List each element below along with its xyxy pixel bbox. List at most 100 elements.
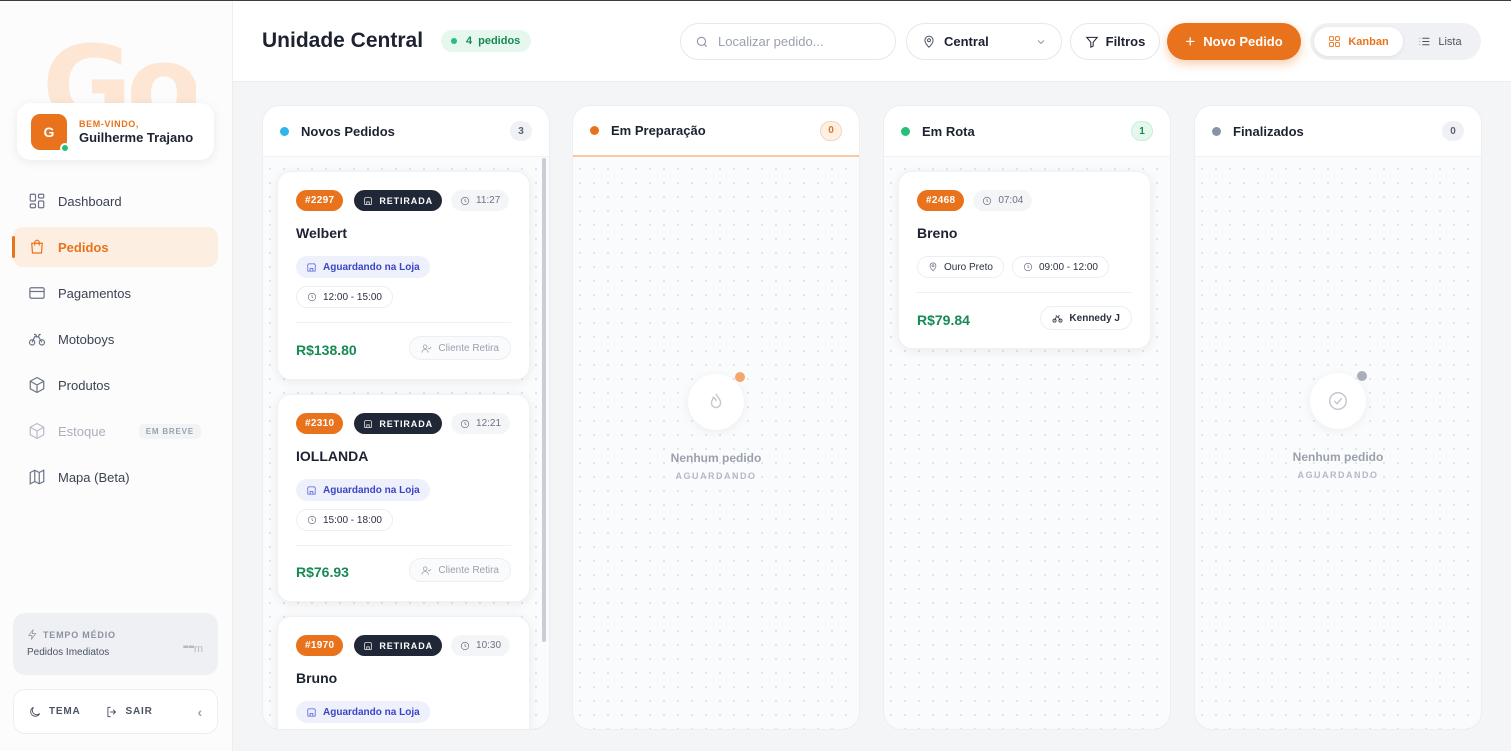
column-header: Novos Pedidos 3 xyxy=(263,106,549,157)
average-time-title: TEMPO MÉDIO xyxy=(27,629,204,640)
box-icon xyxy=(29,376,45,394)
order-status-chip: Aguardando na Loja xyxy=(296,701,430,723)
sidebar-item-pagamentos[interactable]: Pagamentos xyxy=(13,273,218,313)
clock-icon xyxy=(460,641,470,650)
theme-button[interactable]: TEMA xyxy=(28,705,81,719)
filters-label: Filtros xyxy=(1105,34,1146,49)
kanban-icon xyxy=(1329,36,1341,47)
customer-pickup-label: Cliente Retira xyxy=(438,564,499,576)
order-card[interactable]: #2468 07:04 Breno Ouro Preto 09:00 - 12:… xyxy=(898,171,1151,349)
sidebar-item-label: Produtos xyxy=(58,377,111,393)
clock-icon xyxy=(307,292,317,302)
column-header: Em Preparação 0 xyxy=(573,106,859,157)
sidebar-item-pedidos[interactable]: Pedidos xyxy=(12,227,218,267)
store-icon xyxy=(364,641,373,650)
order-card[interactable]: #2310 RETIRADA 12:21 IOLLANDA Aguardando… xyxy=(277,394,530,602)
average-time-card: TEMPO MÉDIO Pedidos Imediatos --m xyxy=(13,613,218,675)
empty-state-icon xyxy=(688,372,745,430)
moon-icon xyxy=(30,706,41,717)
column-novos-pedidos: Novos Pedidos 3 #2297 RETIRADA 11:27 Wel… xyxy=(262,105,550,730)
order-time: 07:04 xyxy=(973,190,1033,211)
view-kanban-button[interactable]: Kanban xyxy=(1314,27,1403,56)
average-time-label: TEMPO MÉDIO xyxy=(43,629,116,640)
view-toggle: Kanban Lista xyxy=(1310,23,1481,60)
order-price: R$79.84 xyxy=(917,312,970,328)
unit-select[interactable]: Central xyxy=(906,23,1062,60)
delivery-window-value: 15:00 - 18:00 xyxy=(323,514,382,526)
order-id-badge: #2310 xyxy=(296,413,344,434)
customer-pickup-button[interactable]: Cliente Retira xyxy=(409,558,511,582)
sidebar-item-produtos[interactable]: Produtos xyxy=(13,365,218,405)
logout-button[interactable]: SAIR xyxy=(105,705,153,719)
order-type-badge: RETIRADA xyxy=(354,635,443,656)
empty-state-subtitle: AGUARDANDO xyxy=(675,471,757,481)
location-pin-icon xyxy=(929,262,937,272)
lightning-icon xyxy=(28,629,37,640)
map-icon xyxy=(29,469,45,485)
card-meta: #1970 RETIRADA 10:30 xyxy=(296,635,511,656)
courier-name: Kennedy J xyxy=(1069,312,1120,324)
clock-icon xyxy=(460,196,470,205)
unit-select-value: Central xyxy=(944,34,989,49)
order-card[interactable]: #2297 RETIRADA 11:27 Welbert Aguardando … xyxy=(277,171,530,380)
sidebar-item-dashboard[interactable]: Dashboard xyxy=(13,181,218,221)
column-status-dot xyxy=(1212,126,1221,136)
flame-icon xyxy=(710,393,722,409)
store-icon xyxy=(307,485,316,495)
view-list-button[interactable]: Lista xyxy=(1403,27,1477,56)
user-card[interactable]: G BEM-VINDO, Guilherme Trajano xyxy=(17,103,214,160)
delivery-window-value: 12:00 - 15:00 xyxy=(323,291,382,303)
courier-chip[interactable]: Kennedy J xyxy=(1040,306,1132,330)
order-time: 12:21 xyxy=(451,413,511,434)
delivery-window-chip: 15:00 - 18:00 xyxy=(296,509,393,531)
column-count: 0 xyxy=(1442,121,1464,141)
order-type-label: RETIRADA xyxy=(379,640,434,651)
plus-icon: + xyxy=(1185,31,1196,51)
order-id-badge: #2297 xyxy=(296,190,344,211)
order-status-chip: Aguardando na Loja xyxy=(296,479,430,501)
order-type-badge: RETIRADA xyxy=(354,190,443,211)
column-title: Finalizados xyxy=(1233,123,1304,139)
new-order-button[interactable]: + Novo Pedido xyxy=(1167,23,1301,60)
order-time: 10:30 xyxy=(451,635,511,656)
check-circle-icon xyxy=(1329,392,1347,410)
card-divider xyxy=(296,322,511,323)
customer-pickup-button[interactable]: Cliente Retira xyxy=(409,336,511,360)
column-scrollbar[interactable] xyxy=(542,158,546,642)
customer-name: IOLLANDA xyxy=(296,448,369,464)
column-em-preparacao: Em Preparação 0 Nenhum pedido AGUARDANDO xyxy=(572,105,860,730)
column-title: Em Rota xyxy=(922,123,975,139)
order-time-value: 10:30 xyxy=(476,640,502,651)
column-status-dot xyxy=(280,126,289,136)
page-title: Unidade Central xyxy=(262,29,424,52)
order-time-value: 07:04 xyxy=(998,195,1024,206)
order-price: R$76.93 xyxy=(296,564,349,580)
average-time-value: --m xyxy=(183,635,204,658)
column-status-dot xyxy=(590,126,599,135)
delivery-window-chip: 09:00 - 12:00 xyxy=(1012,256,1109,278)
sidebar-item-mapa[interactable]: Mapa (Beta) xyxy=(13,457,218,497)
sidebar-item-motoboys[interactable]: Motoboys xyxy=(13,319,218,359)
empty-state-title: Nenhum pedido xyxy=(1292,450,1384,464)
filters-button[interactable]: Filtros xyxy=(1070,23,1160,60)
card-divider xyxy=(917,292,1132,293)
search-input[interactable] xyxy=(718,34,888,49)
avatar: G xyxy=(31,113,70,153)
customer-pickup-label: Cliente Retira xyxy=(438,342,499,354)
view-kanban-label: Kanban xyxy=(1348,35,1389,48)
sidebar-item-label: Pagamentos xyxy=(58,285,131,301)
collapse-sidebar-button[interactable]: ‹ xyxy=(198,704,203,720)
indicator-dot xyxy=(1357,371,1367,381)
order-price: R$138.80 xyxy=(296,342,357,358)
delivery-window-chip: 12:00 - 15:00 xyxy=(296,286,393,308)
order-card[interactable]: #1970 RETIRADA 10:30 Bruno Aguardando na… xyxy=(277,616,530,729)
column-count: 1 xyxy=(1131,121,1153,141)
sidebar: Go G BEM-VINDO, Guilherme Trajano Dashbo… xyxy=(0,1,233,751)
search-box[interactable] xyxy=(680,23,896,60)
card-meta: #2468 07:04 xyxy=(917,190,1033,211)
empty-state-title: Nenhum pedido xyxy=(670,451,762,465)
delivery-window-value: 09:00 - 12:00 xyxy=(1039,261,1098,273)
order-status-label: Aguardando na Loja xyxy=(323,706,420,718)
column-finalizados: Finalizados 0 Nenhum pedido AGUARDANDO xyxy=(1194,105,1482,730)
column-title: Novos Pedidos xyxy=(301,123,395,139)
